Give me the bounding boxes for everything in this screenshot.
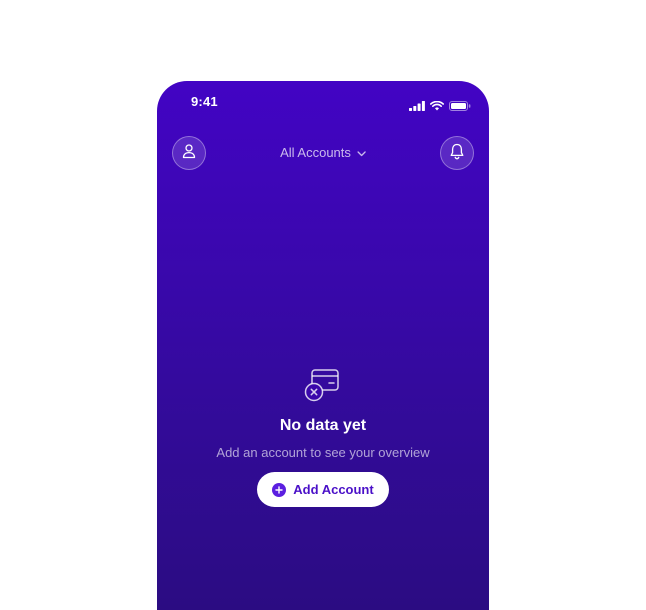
bell-icon bbox=[449, 143, 465, 164]
wallet-remove-icon bbox=[303, 367, 343, 407]
phone-screen: 9:41 All Accounts No data yet Add an acc… bbox=[157, 81, 489, 610]
add-account-button[interactable]: Add Account bbox=[257, 472, 389, 507]
add-account-label: Add Account bbox=[293, 482, 374, 497]
wifi-icon bbox=[430, 96, 444, 115]
status-icons bbox=[409, 96, 471, 115]
signal-icon bbox=[409, 96, 425, 115]
profile-button[interactable] bbox=[172, 136, 206, 170]
empty-state: No data yet Add an account to see your o… bbox=[157, 367, 489, 507]
status-bar: 9:41 bbox=[157, 81, 489, 125]
empty-state-subtitle: Add an account to see your overview bbox=[216, 445, 430, 460]
plus-circle-icon bbox=[272, 482, 287, 497]
empty-state-title: No data yet bbox=[279, 417, 367, 434]
status-time: 9:41 bbox=[191, 94, 218, 109]
battery-icon bbox=[449, 96, 471, 115]
account-selector-label: All Accounts bbox=[280, 145, 351, 160]
app-header: All Accounts bbox=[157, 136, 489, 172]
chevron-down-icon bbox=[357, 145, 366, 160]
notifications-button[interactable] bbox=[440, 136, 474, 170]
account-selector[interactable]: All Accounts bbox=[280, 145, 366, 160]
user-icon bbox=[181, 143, 197, 163]
